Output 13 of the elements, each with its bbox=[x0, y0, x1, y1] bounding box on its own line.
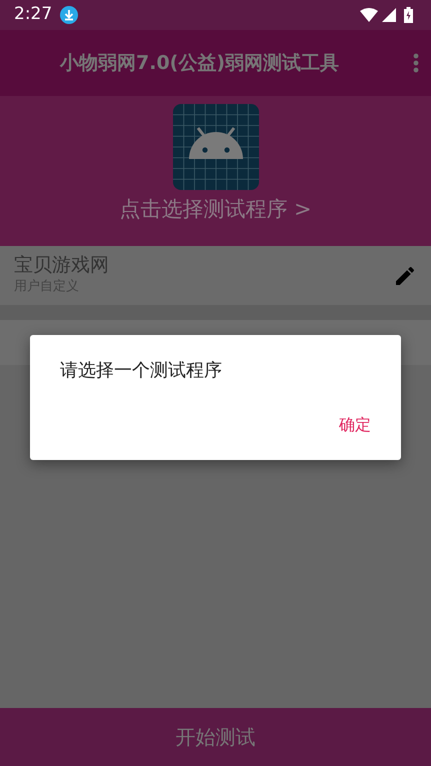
start-test-button[interactable]: 开始测试 bbox=[0, 708, 431, 766]
app-title: 小物弱网7.0(公益)弱网测试工具 bbox=[60, 50, 340, 76]
more-options-icon[interactable] bbox=[413, 53, 419, 73]
confirm-button[interactable]: 确定 bbox=[331, 409, 379, 441]
dialog-message: 请选择一个测试程序 bbox=[60, 359, 222, 383]
select-program-link[interactable]: 点击选择测试程序 > bbox=[119, 194, 312, 226]
battery-icon bbox=[404, 7, 413, 23]
wifi-icon bbox=[360, 8, 378, 22]
profile-title: 宝贝游戏网 bbox=[14, 254, 110, 278]
status-time: 2:27 bbox=[14, 3, 52, 26]
signal-icon bbox=[382, 8, 396, 22]
download-icon bbox=[60, 6, 78, 24]
android-app-icon[interactable] bbox=[172, 104, 258, 190]
